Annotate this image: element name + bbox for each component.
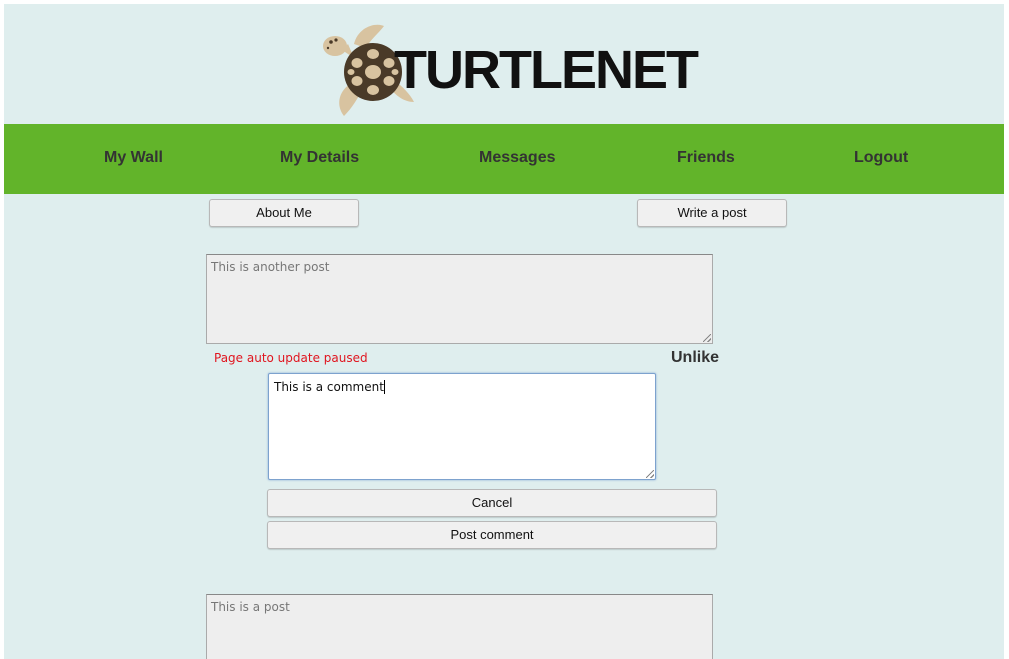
turtlenet-logo[interactable]: TURTLENET [318,22,699,118]
comment-text: This is a comment [274,380,384,394]
post-text-another[interactable]: This is another post [206,254,713,344]
post-text: This is another post [211,260,330,274]
auto-update-status: Page auto update paused [214,351,368,365]
post-text: This is a post [211,600,290,614]
post-text-first[interactable]: This is a post [206,594,713,659]
text-caret [383,380,385,394]
about-me-button[interactable]: About Me [209,199,359,227]
nav-messages[interactable]: Messages [479,149,556,167]
post-comment-button[interactable]: Post comment [267,521,717,549]
nav-logout[interactable]: Logout [854,149,908,167]
write-post-button[interactable]: Write a post [637,199,787,227]
nav-my-wall[interactable]: My Wall [104,149,163,167]
header: TURTLENET [4,4,1004,124]
page: TURTLENET My Wall My Details Messages Fr… [4,4,1004,659]
unlike-button[interactable]: Unlike [671,349,719,367]
comment-input[interactable]: This is a comment [268,373,656,480]
cancel-button[interactable]: Cancel [267,489,717,517]
nav-friends[interactable]: Friends [677,149,735,167]
resize-grip-icon[interactable] [703,334,711,342]
logo-text: TURTLENET [394,40,699,100]
main-nav: My Wall My Details Messages Friends Logo… [4,124,1004,194]
resize-grip-icon[interactable] [646,470,654,478]
nav-my-details[interactable]: My Details [280,149,359,167]
